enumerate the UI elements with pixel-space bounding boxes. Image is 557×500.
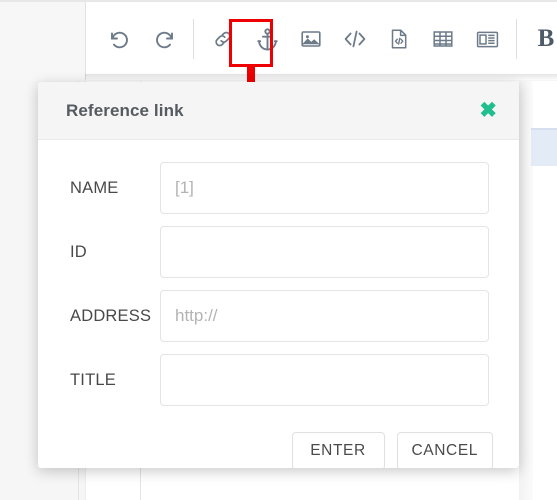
field-row-title: TITLE (54, 354, 503, 406)
code-icon[interactable] (333, 17, 377, 61)
undo-icon[interactable] (98, 17, 142, 61)
code-file-icon[interactable] (377, 17, 421, 61)
close-icon[interactable]: ✖ (475, 98, 501, 123)
dialog-footer: ENTER CANCEL (38, 418, 519, 468)
enter-button[interactable]: ENTER (291, 432, 385, 468)
title-label: TITLE (70, 370, 116, 389)
name-label: NAME (70, 178, 119, 197)
toolbar-shadow (85, 74, 557, 81)
toolbar-separator (516, 19, 517, 59)
selected-cell-highlight (531, 130, 557, 166)
address-label: ADDRESS (70, 306, 152, 325)
bold-icon[interactable]: B (524, 17, 557, 61)
address-input[interactable] (160, 290, 489, 342)
dialog-header: Reference link ✖ (38, 82, 519, 140)
field-row-id: ID (54, 226, 503, 278)
field-row-address: ADDRESS (54, 290, 503, 342)
id-label: ID (70, 242, 87, 261)
toolbar-separator (193, 19, 194, 59)
anchor-icon[interactable] (245, 17, 289, 61)
table-icon[interactable] (421, 17, 465, 61)
newspaper-icon[interactable] (465, 17, 509, 61)
field-row-name: NAME (54, 162, 503, 214)
name-input[interactable] (160, 162, 489, 214)
reference-link-dialog[interactable]: Reference link ✖ NAME ID ADDRESS TITLE E… (38, 82, 519, 468)
editor-toolbar[interactable]: B (86, 3, 557, 75)
title-input[interactable] (160, 354, 489, 406)
cancel-button[interactable]: CANCEL (396, 432, 493, 468)
link-icon[interactable] (201, 17, 245, 61)
image-icon[interactable] (289, 17, 333, 61)
id-input[interactable] (160, 226, 489, 278)
redo-icon[interactable] (142, 17, 186, 61)
dialog-body: NAME ID ADDRESS TITLE (38, 140, 519, 406)
dialog-title: Reference link (66, 100, 184, 120)
